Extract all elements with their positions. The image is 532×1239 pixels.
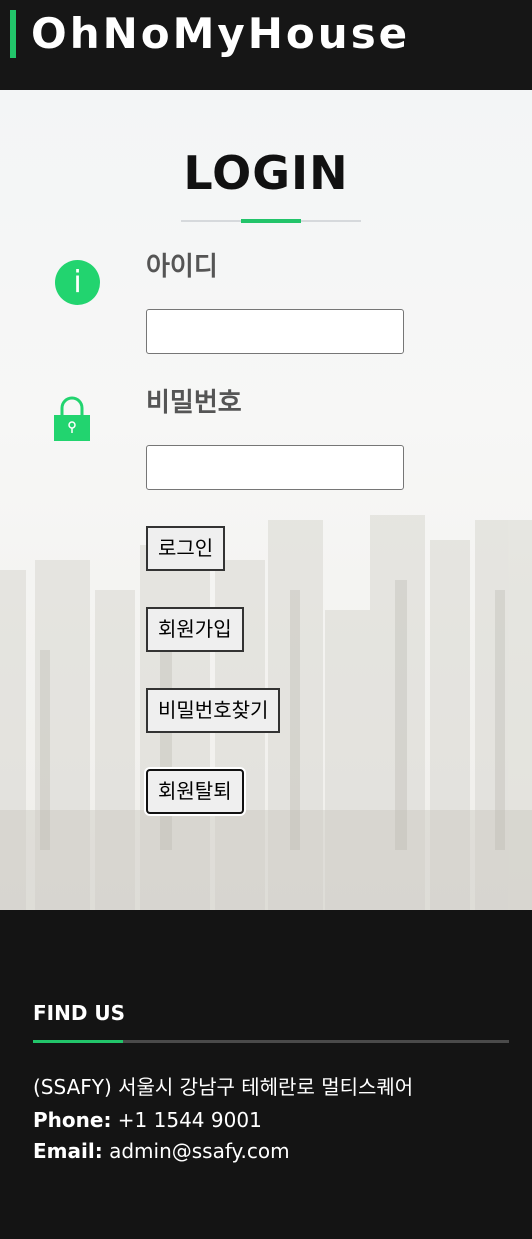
footer-phone-row: Phone: +1 1544 9001 [33,1105,262,1135]
password-label: 비밀번호 [146,388,242,418]
login-section: LOGIN i 아이디 비밀번호 로그인 회원가입 비밀번호찾기 회원탈퇴 [0,90,532,910]
withdraw-button[interactable]: 회원탈퇴 [146,769,244,814]
city-background-image [0,515,532,910]
email-label: Email: [33,1139,103,1163]
signup-button[interactable]: 회원가입 [146,607,244,652]
find-password-button[interactable]: 비밀번호찾기 [146,688,281,733]
login-title: LOGIN [183,146,349,200]
email-address[interactable]: admin@ssafy.com [109,1139,290,1163]
logo-accent-bar [10,10,16,58]
login-button[interactable]: 로그인 [146,526,226,571]
site-header: OhNoMyHouse [0,0,532,90]
site-logo[interactable]: OhNoMyHouse [31,6,410,62]
id-label: 아이디 [146,252,218,282]
site-footer: FIND US (SSAFY) 서울시 강남구 테헤란로 멀티스퀘어 Phone… [0,910,532,1239]
lock-icon [54,396,90,441]
footer-divider-accent [33,1040,123,1043]
title-divider-accent [241,219,301,223]
footer-address: (SSAFY) 서울시 강남구 테헤란로 멀티스퀘어 [33,1075,414,1099]
id-input[interactable] [146,309,404,354]
footer-email-row: Email: admin@ssafy.com [33,1136,290,1166]
phone-number[interactable]: +1 1544 9001 [118,1108,262,1132]
password-input[interactable] [146,445,404,490]
phone-label: Phone: [33,1108,112,1132]
footer-heading: FIND US [33,1001,126,1025]
info-icon: i [55,260,100,305]
